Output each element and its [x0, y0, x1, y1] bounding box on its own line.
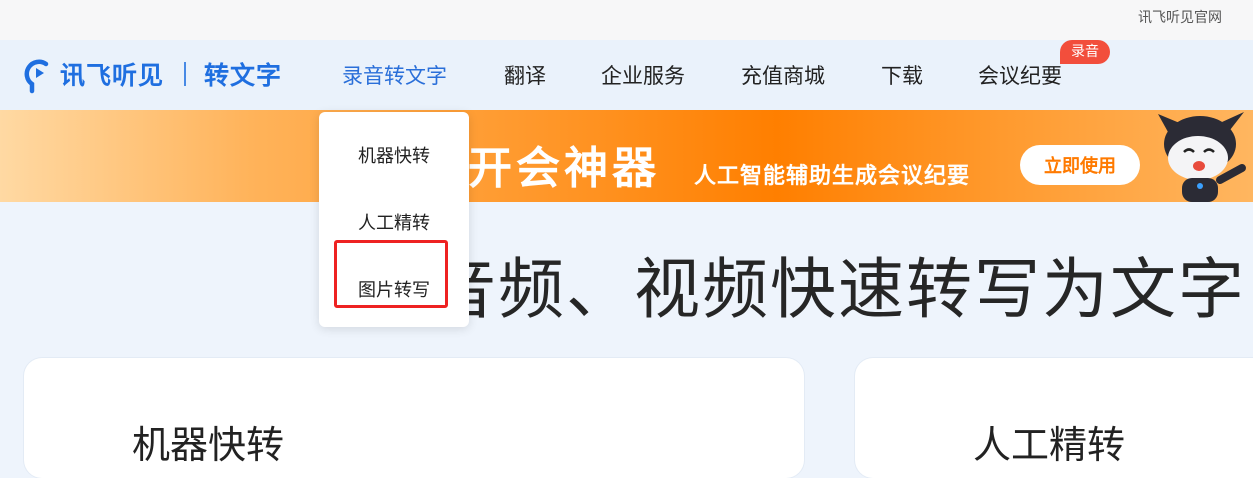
- top-utility-bar: 讯飞听见官网: [0, 0, 1253, 40]
- nav-item-enterprise[interactable]: 企业服务: [601, 60, 685, 90]
- official-site-link[interactable]: 讯飞听见官网: [1138, 7, 1222, 27]
- highlight-box: [334, 240, 448, 308]
- card-title: 机器快转: [132, 423, 285, 467]
- brand-name: 讯飞听见: [60, 61, 165, 90]
- banner-subtitle: 人工智能辅助生成会议纪要: [694, 164, 971, 189]
- product-name: 转文字: [204, 61, 283, 90]
- dropdown-item-human[interactable]: 人工精转: [319, 209, 469, 235]
- logo-divider: [184, 62, 187, 86]
- human-transcription-card[interactable]: 人工精转: [855, 358, 1253, 478]
- ear-logo-icon: [24, 54, 54, 94]
- nav-item-recording-to-text[interactable]: 录音转文字: [342, 60, 447, 90]
- promo-banner[interactable]: 开会神器 人工智能辅助生成会议纪要 立即使用: [0, 110, 1253, 202]
- card-title: 人工精转: [973, 423, 1126, 467]
- nav-item-store[interactable]: 充值商城: [741, 60, 825, 90]
- recording-badge: 录音: [1060, 40, 1110, 64]
- dropdown-item-machine[interactable]: 机器快转: [319, 142, 469, 168]
- nav-item-translate[interactable]: 翻译: [504, 60, 546, 90]
- machine-transcription-card[interactable]: 机器快转: [24, 358, 804, 478]
- main-navigation: 讯飞听见 转文字 录音转文字 翻译 企业服务 充值商城 下载 会议纪要 录音: [0, 40, 1253, 110]
- hero-title: 音频、视频快速转写为文字: [430, 251, 1246, 328]
- banner-title: 开会神器: [468, 143, 660, 194]
- banner-cta-button[interactable]: 立即使用: [1020, 145, 1140, 185]
- nav-item-download[interactable]: 下载: [881, 60, 923, 90]
- mascot-image: [1148, 110, 1253, 202]
- nav-item-meeting-minutes[interactable]: 会议纪要: [978, 60, 1062, 90]
- site-logo[interactable]: 讯飞听见 转文字: [24, 53, 282, 95]
